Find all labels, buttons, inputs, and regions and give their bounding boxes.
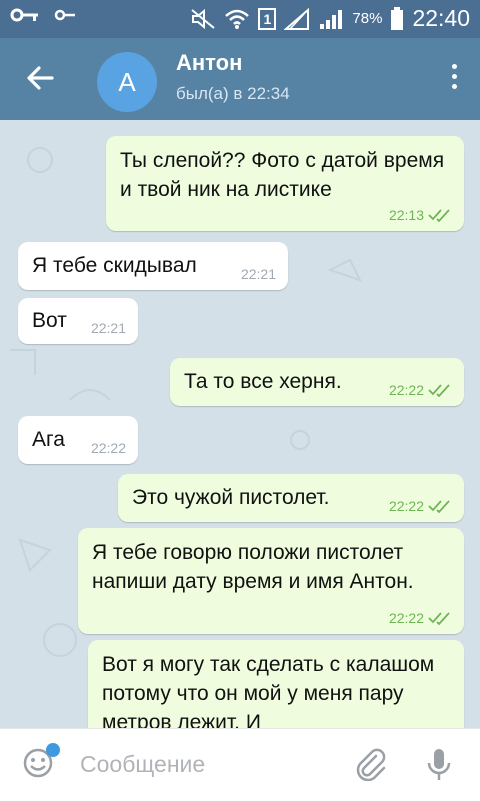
back-arrow-icon[interactable] — [22, 60, 58, 96]
message-list[interactable]: Ты слепой?? Фото с датой время и твой ни… — [0, 120, 480, 728]
double-check-icon — [428, 209, 450, 222]
status-bar: 1 78% 22:40 — [0, 0, 480, 38]
attach-icon[interactable] — [354, 747, 388, 781]
message-time: 22:22 — [388, 498, 424, 514]
message-time: 22:22 — [388, 610, 424, 626]
notification-dot — [46, 743, 60, 757]
message-bubble[interactable]: Ты слепой?? Фото с датой время и твой ни… — [106, 136, 464, 231]
contact-status: был(а) в 22:34 — [176, 84, 290, 103]
message-bubble[interactable]: Вот я могу так сделать с калашом потому … — [88, 640, 464, 728]
message-bubble[interactable]: Та то все херня. 22:22 — [170, 358, 464, 406]
chat-header: А Антон был(а) в 22:34 — [0, 38, 480, 120]
message-bubble[interactable]: Вот 22:21 — [18, 298, 138, 344]
message-time: 22:21 — [240, 266, 276, 282]
battery-icon — [391, 6, 404, 30]
message-bubble[interactable]: Я тебе говорю положи пистолет напиши дат… — [78, 528, 464, 634]
message-bubble[interactable]: Это чужой пистолет. 22:22 — [118, 474, 464, 522]
mute-icon — [191, 8, 216, 29]
message-bubble[interactable]: Я тебе скидывал 22:21 — [18, 242, 288, 290]
double-check-icon — [428, 612, 450, 625]
sim-indicator: 1 — [258, 7, 277, 30]
message-text: Я тебе скидывал — [32, 254, 197, 277]
mic-icon[interactable] — [426, 747, 452, 783]
avatar[interactable]: А — [97, 52, 157, 112]
more-vert-icon[interactable] — [450, 64, 458, 94]
key-icon — [10, 8, 38, 22]
double-check-icon — [428, 384, 450, 397]
message-time: 22:21 — [90, 320, 126, 336]
battery-percent: 78% — [352, 10, 383, 27]
wifi-icon — [225, 9, 250, 29]
key-icon — [54, 9, 75, 21]
message-composer — [0, 728, 480, 801]
message-time: 22:13 — [388, 207, 424, 223]
message-text: Я тебе говорю положи пистолет напиши дат… — [92, 541, 414, 593]
contact-name[interactable]: Антон — [176, 50, 242, 76]
clock: 22:40 — [412, 5, 470, 31]
message-time: 22:22 — [90, 440, 126, 456]
message-time: 22:22 — [388, 382, 424, 398]
message-input[interactable] — [78, 743, 342, 785]
double-check-icon — [428, 500, 450, 513]
message-text: Вот я могу так сделать с калашом потому … — [102, 653, 435, 728]
message-text: Ты слепой?? Фото с датой время и твой ни… — [120, 149, 445, 201]
signal-icon — [284, 7, 310, 30]
signal-icon — [320, 9, 343, 29]
message-bubble[interactable]: Ага 22:22 — [18, 416, 138, 464]
